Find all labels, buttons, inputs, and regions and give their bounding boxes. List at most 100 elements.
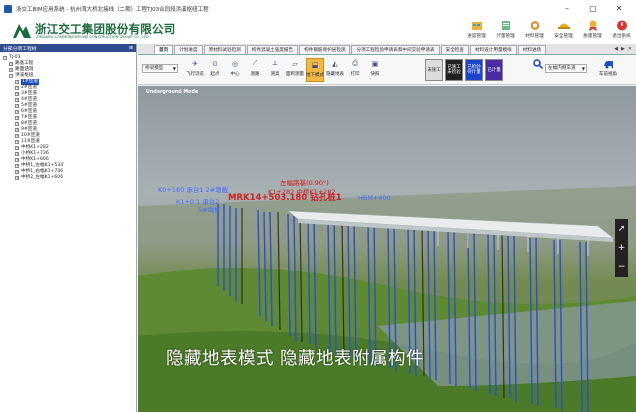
expand-icon[interactable]: + <box>15 122 19 126</box>
center-button[interactable]: ◎ 中心 <box>226 58 244 82</box>
tree-panel-title: 分部分项工程树 <box>3 46 37 52</box>
tab-item[interactable]: 安全检查 <box>440 45 469 54</box>
tab-next-icon[interactable]: ▶ <box>621 46 625 52</box>
chevron-down-icon: ▼ <box>172 66 176 71</box>
zoom-in-icon[interactable]: + <box>618 243 626 253</box>
measure-road-button[interactable]: ⟋ 测路 <box>246 58 264 82</box>
quality-button[interactable]: 质量管理 <box>578 19 607 43</box>
zoom-out-icon[interactable]: − <box>618 262 626 272</box>
video-caption: 隐藏地表模式 隐藏地表附属构件 <box>166 349 425 369</box>
expand-icon[interactable]: + <box>15 164 19 168</box>
lane-select[interactable]: 左幅内侧车道 ▼ <box>545 64 587 73</box>
status-filter-button[interactable]: 已施工未检验 <box>445 59 463 81</box>
status-filter-button[interactable]: 未施工 <box>425 59 443 81</box>
measure-height-icon: ⟂ <box>272 59 278 67</box>
safety-button[interactable]: 安全管理 <box>549 19 578 43</box>
expand-icon[interactable]: + <box>15 116 19 120</box>
tab-item[interactable]: 计划进度 <box>174 45 203 54</box>
hide-terrain-icon: ◭ <box>332 59 338 68</box>
search-button[interactable] <box>532 58 544 82</box>
expand-icon[interactable]: + <box>15 158 19 162</box>
station-label: 左幅路基(0.90°) <box>280 178 329 187</box>
status-filter-button[interactable]: 已计量 <box>485 59 503 81</box>
collapse-icon[interactable]: − <box>9 74 13 78</box>
measure-height-button[interactable]: ⟂ 测高 <box>266 58 284 82</box>
expand-icon[interactable]: + <box>9 68 13 72</box>
material-icon <box>528 19 541 31</box>
car-view-button[interactable]: 车前视角 <box>597 58 619 82</box>
area-button[interactable]: ▱ 面积测量 <box>286 58 304 82</box>
company-name-en: ZHEJIANG COMMUNICATIONS CONSTRUCTION GRO… <box>36 35 150 39</box>
expand-icon[interactable]: + <box>15 176 19 180</box>
measure-road-icon: ⟋ <box>252 59 258 67</box>
tab-close-icon[interactable]: ✕ <box>628 46 632 52</box>
tab-item[interactable]: 材料设计用量模拟 <box>469 45 517 54</box>
tree-node[interactable]: + 中桥2_左幅K1+606 <box>3 175 63 181</box>
area-icon: ▱ <box>292 59 298 68</box>
tab-item[interactable]: 首页 <box>154 45 174 54</box>
exit-button[interactable]: 退出系统 <box>607 19 636 43</box>
project-tree-panel: 分部分项工程树 ⊞ − TJ-03 + 路基工程 + 路面涵洞 − 洪溪枢纽 +1#匝道 +2#匝… <box>0 44 137 412</box>
expand-icon[interactable]: + <box>15 146 19 150</box>
start-button[interactable]: ⊙ 起点 <box>206 58 224 82</box>
expand-icon[interactable]: + <box>15 92 19 96</box>
expand-icon[interactable]: + <box>15 104 19 108</box>
snapshot-icon: ▣ <box>371 59 379 68</box>
header-banner: 浙江交工集团股份有限公司 ZHEJIANG COMMUNICATIONS CON… <box>0 18 636 44</box>
project-tree: − TJ-03 + 路基工程 + 路面涵洞 − 洪溪枢纽 +1#匝道 +2#匝道 +3#匝道 +4#匝… <box>3 55 63 181</box>
tab-item[interactable]: 原材料试验检测 <box>203 45 246 54</box>
safety-icon <box>557 19 570 31</box>
material-button[interactable]: 材料管理 <box>520 19 549 43</box>
print-icon: ⎙ <box>352 59 358 67</box>
tab-bar: 首页 计划进度 原材料试验检测 构件混凝土强度报告 构件钢筋保护层检测 分项工程检验申请表… <box>138 44 636 55</box>
expand-icon[interactable]: + <box>15 80 19 84</box>
expand-icon[interactable]: + <box>9 62 13 66</box>
compass-icon[interactable]: ➚ <box>618 224 626 234</box>
expand-icon[interactable]: + <box>15 128 19 132</box>
minimize-button[interactable]: – <box>560 3 574 14</box>
start-icon: ⊙ <box>212 59 218 68</box>
pin-icon[interactable]: ⊞ <box>129 46 133 51</box>
station-label: HBM+400 <box>358 194 391 202</box>
station-label: 5#墩桩 <box>198 205 221 214</box>
tree-panel-header: 分部分项工程树 ⊞ <box>0 44 136 52</box>
measure-button[interactable]: 计量管理 <box>491 19 520 43</box>
expand-icon[interactable]: + <box>15 134 19 138</box>
search-icon <box>533 58 543 69</box>
collapse-icon[interactable]: − <box>3 56 7 60</box>
tree-node-label: 中桥2_左幅K1+606 <box>21 175 64 180</box>
underground-icon: ⬓ <box>311 60 319 69</box>
measure-icon <box>499 19 512 31</box>
snapshot-button[interactable]: ▣ 快照 <box>366 58 384 82</box>
close-button[interactable]: ✕ <box>612 3 626 14</box>
chevron-down-icon: ▼ <box>581 66 585 71</box>
tab-nav: ◀ ▶ ✕ <box>614 46 632 52</box>
expand-icon[interactable]: + <box>15 152 19 156</box>
expand-icon[interactable]: + <box>15 110 19 114</box>
schedule-button[interactable]: 进度管理 <box>462 19 491 43</box>
expand-icon[interactable]: + <box>15 86 19 90</box>
expand-icon[interactable]: + <box>15 170 19 174</box>
tab-prev-icon[interactable]: ◀ <box>614 46 618 52</box>
fly-icon: ✈ <box>192 59 198 68</box>
expand-icon[interactable]: + <box>15 98 19 102</box>
app-icon <box>4 5 12 13</box>
tab-item[interactable]: 分项工程检验申请表和中间交验申请表 <box>351 45 440 54</box>
status-filter-button[interactable]: 已检验待计量 <box>465 59 483 81</box>
expand-icon[interactable]: + <box>15 140 19 144</box>
window-title: 浙交工BIM应用系统 - 杭州湾大桥北接线（二期）工程TJ03合同段洪溪枢纽工程 <box>16 7 209 13</box>
underground-button[interactable]: ⬓ 地下模式 <box>306 58 324 82</box>
hide-terrain-button[interactable]: ◭ 隐藏地表 <box>326 58 344 82</box>
print-button[interactable]: ⎙ 打印 <box>346 58 364 82</box>
tab-item[interactable]: 构件混凝土强度报告 <box>246 45 299 54</box>
station-label: K0+160 承台1 2#墩截 <box>158 185 229 194</box>
tab-item[interactable]: 材料进场 <box>517 45 547 54</box>
title-bar: 浙交工BIM应用系统 - 杭州湾大桥北接线（二期）工程TJ03合同段洪溪枢纽工程… <box>0 0 636 18</box>
tab-item[interactable]: 构件钢筋保护层检测 <box>299 45 351 54</box>
fly-button[interactable]: ✈ 飞行浏览 <box>186 58 204 82</box>
mode-label: Underground Mode <box>146 90 199 95</box>
exit-icon <box>615 19 628 31</box>
model-select[interactable]: 桥梁模型 ▼ <box>142 64 178 73</box>
station-label: K1+282 中桥K1+282 <box>268 187 336 196</box>
maximize-button[interactable]: ▢ <box>586 3 600 14</box>
